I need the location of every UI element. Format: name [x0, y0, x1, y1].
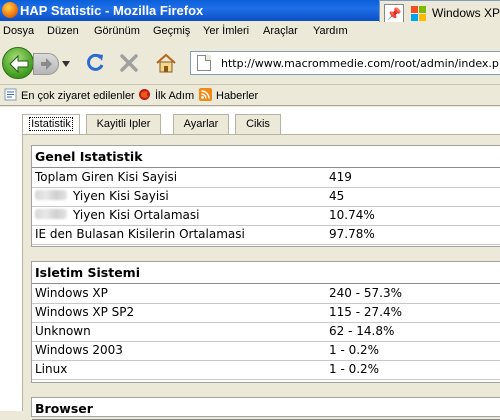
forward-icon	[41, 58, 52, 70]
firefox-icon	[139, 89, 150, 100]
bookmark-news[interactable]: Haberler	[199, 88, 258, 104]
history-dropdown-icon[interactable]	[62, 61, 70, 67]
menu-bar: Dosya Düzen Görünüm Geçmiş Yer İmleri Ar…	[0, 22, 500, 41]
bookmarks-toolbar: En çok ziyaret edilenler İlk Adım Haberl…	[0, 86, 500, 106]
operating-system-section: Isletim Sistemi Windows XP 240 - 57.3% W…	[31, 261, 500, 383]
browser-section: Browser	[31, 397, 500, 420]
pin-icon[interactable]: 📌	[384, 4, 404, 24]
section-title: Isletim Sistemi	[32, 262, 500, 284]
window-title: HAP Statistic - Mozilla Firefox	[20, 3, 204, 18]
stop-icon[interactable]	[119, 53, 139, 73]
menu-item-tools[interactable]: Araçlar	[263, 25, 298, 37]
redacted-text	[35, 190, 67, 200]
taskbar-label: Windows XP	[432, 6, 500, 20]
page-icon	[197, 55, 211, 71]
bookmark-most-visited[interactable]: En çok ziyaret edilenler	[4, 88, 135, 104]
rss-icon	[199, 88, 212, 101]
tab-istatistik[interactable]: Istatistik	[22, 114, 80, 134]
menu-item-file[interactable]: Dosya	[3, 25, 34, 37]
back-icon	[9, 55, 29, 73]
tab-kayitli-ipler[interactable]: Kayitli Ipler	[86, 114, 161, 134]
table-row: Yiyen Kisi Sayisi 45	[32, 188, 500, 207]
menu-item-help[interactable]: Yardım	[313, 25, 348, 37]
tab-cikis[interactable]: Cikis	[235, 114, 281, 134]
table-row: Toplam Giren Kisi Sayisi 419	[32, 169, 500, 188]
windows-logo-icon	[411, 6, 426, 21]
menu-item-edit[interactable]: Düzen	[47, 25, 79, 37]
forward-button[interactable]	[33, 53, 59, 75]
home-icon[interactable]	[155, 52, 177, 74]
general-statistics-section: Genel Istatistik Toplam Giren Kisi Sayis…	[31, 145, 500, 247]
table-row: IE den Bulasan Kisilerin Ortalamasi 97.7…	[32, 226, 500, 245]
reload-icon[interactable]	[84, 52, 106, 74]
web-page: Istatistik Kayitli Ipler Ayarlar Cikis G…	[0, 107, 500, 420]
section-title: Browser	[32, 398, 500, 420]
address-bar[interactable]	[190, 51, 500, 75]
back-button[interactable]	[2, 47, 34, 79]
table-row: Windows XP SP2 115 - 27.4%	[32, 304, 500, 323]
table-row: Yiyen Kisi Ortalamasi 10.74%	[32, 207, 500, 226]
tab-ayarlar[interactable]: Ayarlar	[173, 114, 229, 134]
redacted-text	[35, 209, 67, 219]
firefox-icon	[2, 2, 18, 18]
menu-item-history[interactable]: Geçmiş	[153, 25, 190, 37]
section-title: Genel Istatistik	[32, 146, 500, 168]
menu-item-bookmarks[interactable]: Yer İmleri	[203, 25, 249, 37]
statistics-panel: Genel Istatistik Toplam Giren Kisi Sayis…	[22, 134, 500, 420]
table-row: Linux 1 - 0.2%	[32, 361, 500, 380]
navigation-toolbar	[0, 41, 500, 85]
table-row: Unknown 62 - 14.8%	[32, 323, 500, 342]
star-icon	[4, 88, 17, 101]
table-row: Windows 2003 1 - 0.2%	[32, 342, 500, 361]
bookmark-getting-started[interactable]: İlk Adım	[138, 88, 194, 104]
menu-item-view[interactable]: Görünüm	[94, 25, 140, 37]
url-input[interactable]	[221, 55, 499, 71]
table-row: Windows XP 240 - 57.3%	[32, 285, 500, 304]
